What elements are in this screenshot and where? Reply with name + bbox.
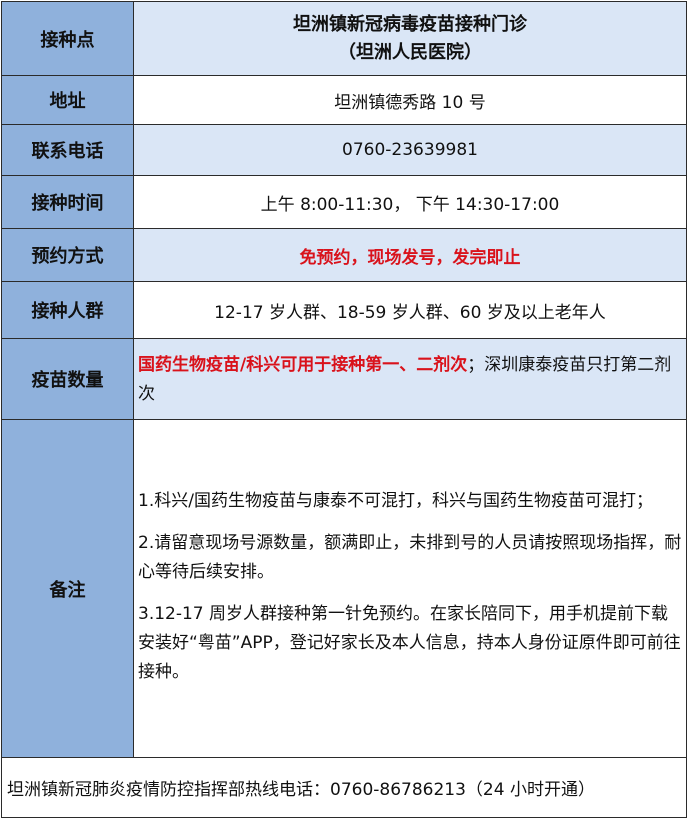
row-phone: 联系电话 0760-23639981 <box>1 124 687 176</box>
label-address: 地址 <box>1 75 134 125</box>
label-site: 接种点 <box>1 1 134 76</box>
booking-value: 免预约，现场发号，发完即止 <box>133 228 687 282</box>
note-item: 3.12-17 周岁人群接种第一针免预约。在家长陪同下，用手机提前下载安装好“粤… <box>138 603 681 682</box>
row-address: 地址 坦洲镇德秀路 10 号 <box>1 75 687 125</box>
label-phone: 联系电话 <box>1 124 134 176</box>
vaccination-info-table: 接种点 坦洲镇新冠病毒疫苗接种门诊 （坦洲人民医院） 地址 坦洲镇德秀路 10 … <box>1 1 687 818</box>
row-footer: 坦洲镇新冠肺炎疫情防控指挥部热线电话：0760-86786213（24 小时开通… <box>1 757 687 818</box>
row-notes: 备注 1.科兴/国药生物疫苗与康泰不可混打，科兴与国药生物疫苗可混打； 2.请留… <box>1 419 687 758</box>
site-name: 坦洲镇新冠病毒疫苗接种门诊 <box>293 13 527 35</box>
row-quantity: 疫苗数量 国药生物疫苗/科兴可用于接种第一、二剂次；深圳康泰疫苗只打第二剂次 <box>1 338 687 420</box>
quantity-highlight: 国药生物疫苗/科兴可用于接种第一、二剂次 <box>138 355 468 375</box>
hotline-footer: 坦洲镇新冠肺炎疫情防控指挥部热线电话：0760-86786213（24 小时开通… <box>1 757 687 818</box>
time-value: 上午 8:00-11:30， 下午 14:30-17:00 <box>133 175 687 229</box>
label-notes: 备注 <box>1 419 134 758</box>
quantity-value: 国药生物疫苗/科兴可用于接种第一、二剂次；深圳康泰疫苗只打第二剂次 <box>133 338 687 420</box>
row-time: 接种时间 上午 8:00-11:30， 下午 14:30-17:00 <box>1 175 687 229</box>
site-hospital: （坦洲人民医院） <box>338 41 482 63</box>
address-value: 坦洲镇德秀路 10 号 <box>133 75 687 125</box>
label-group: 接种人群 <box>1 281 134 339</box>
row-site: 接种点 坦洲镇新冠病毒疫苗接种门诊 （坦洲人民医院） <box>1 1 687 76</box>
label-time: 接种时间 <box>1 175 134 229</box>
label-booking: 预约方式 <box>1 228 134 282</box>
notes-value: 1.科兴/国药生物疫苗与康泰不可混打，科兴与国药生物疫苗可混打； 2.请留意现场… <box>133 419 687 758</box>
note-item: 2.请留意现场号源数量，额满即止，未排到号的人员请按照现场指挥，耐心等待后续安排… <box>138 532 682 582</box>
group-value: 12-17 岁人群、18-59 岁人群、60 岁及以上老年人 <box>133 281 687 339</box>
note-item: 1.科兴/国药生物疫苗与康泰不可混打，科兴与国药生物疫苗可混打； <box>138 490 653 511</box>
row-booking: 预约方式 免预约，现场发号，发完即止 <box>1 228 687 282</box>
phone-value: 0760-23639981 <box>133 124 687 176</box>
row-group: 接种人群 12-17 岁人群、18-59 岁人群、60 岁及以上老年人 <box>1 281 687 339</box>
label-quantity: 疫苗数量 <box>1 338 134 420</box>
site-value: 坦洲镇新冠病毒疫苗接种门诊 （坦洲人民医院） <box>133 1 687 76</box>
